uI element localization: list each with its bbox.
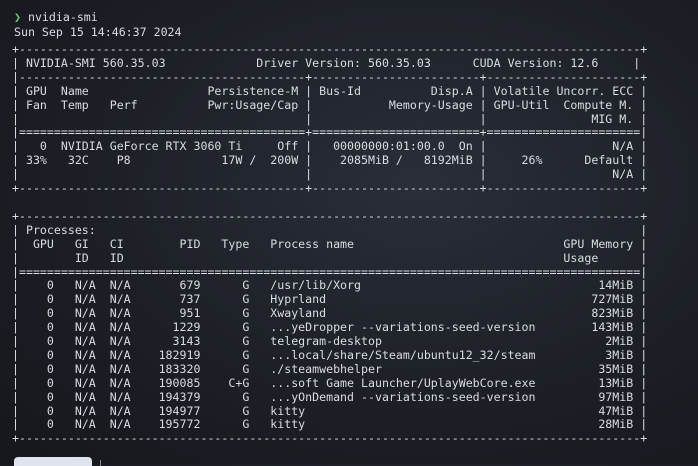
output-line: | 0 N/A N/A 195772 G kitty 28MiB | (12, 417, 648, 432)
timestamp: Sun Sep 15 14:46:37 2024 (14, 25, 182, 39)
output-line: | | | MIG M. | (12, 111, 648, 126)
terminal-window[interactable]: ❯ nvidia-smi Sun Sep 15 14:46:37 2024 +-… (0, 0, 698, 466)
output-line: +---------------------------------------… (12, 208, 648, 223)
output-line: | 0 N/A N/A 3143 G telegram-desktop 2MiB… (12, 334, 648, 349)
output-line: | 0 NVIDIA GeForce RTX 3060 Ti Off | 000… (12, 139, 648, 154)
nvidia-smi-output: +---------------------------------------… (12, 42, 648, 446)
command-prompt: ❯ nvidia-smi (14, 10, 98, 25)
output-line: | 0 N/A N/A 190085 C+G ...soft Game Laun… (12, 375, 648, 390)
output-line: | 0 N/A N/A 1229 G ...yeDropper --variat… (12, 320, 648, 335)
output-line: | 0 N/A N/A 194977 G kitty 47MiB | (12, 403, 648, 418)
output-line: | 0 N/A N/A 182919 G ...local/share/Stea… (12, 347, 648, 362)
cursor-divider (100, 460, 101, 466)
output-line: | | | N/A | (12, 167, 648, 182)
output-line: +---------------------------------------… (12, 181, 648, 196)
output-line: +---------------------------------------… (12, 42, 648, 56)
output-line: | 0 N/A N/A 183320 G ./steamwebhelper 35… (12, 361, 648, 376)
output-line: | 0 N/A N/A 951 G Xwayland 823MiB | (12, 306, 648, 321)
output-line: | 0 N/A N/A 737 G Hyprland 727MiB | (12, 292, 648, 307)
output-line: | Fan Temp Perf Pwr:Usage/Cap | Memory-U… (12, 97, 648, 112)
prompt-arrow-icon: ❯ (14, 10, 21, 24)
output-line: |=======================================… (12, 125, 648, 140)
input-cursor[interactable] (14, 457, 92, 466)
output-line: | GPU Name Persistence-M | Bus-Id Disp.A… (12, 83, 648, 98)
output-line: |=======================================… (12, 264, 648, 279)
output-line: | 33% 32C P8 17W / 200W | 2085MiB / 8192… (12, 153, 648, 168)
output-line: | 0 N/A N/A 194379 G ...yOnDemand --vari… (12, 389, 648, 404)
output-line: | NVIDIA-SMI 560.35.03 Driver Version: 5… (12, 55, 641, 70)
output-line: | ID ID Usage | (12, 250, 648, 265)
output-line: | 0 N/A N/A 679 G /usr/lib/Xorg 14MiB | (12, 278, 648, 293)
output-line: | Processes: | (12, 222, 648, 237)
output-line: | GPU GI CI PID Type Process name GPU Me… (12, 236, 648, 251)
output-line: |---------------------------------------… (12, 69, 648, 84)
output-line: +---------------------------------------… (12, 431, 648, 446)
command-text: nvidia-smi (27, 10, 98, 24)
